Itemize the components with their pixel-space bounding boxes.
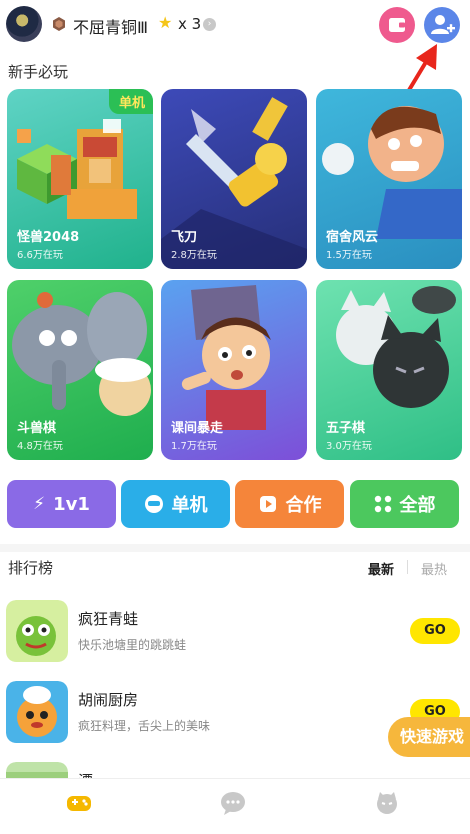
grid-icon [374,495,391,513]
card-title: 课间暴走 [171,421,224,436]
mode-label: 合作 [285,495,322,516]
star-icon: ★ [158,13,173,32]
tab-newest[interactable]: 最新 [368,559,394,578]
card-player-count: 2.8万在玩 [171,250,217,261]
username[interactable]: 不屈青铜Ⅲ [73,14,148,38]
game-card-animal-chess[interactable]: 斗兽棋 4.8万在玩 [7,280,153,460]
top-bar: 不屈青铜Ⅲ ★ x 3 › [0,0,470,52]
profile-icon[interactable] [374,791,400,815]
tab-hottest[interactable]: 最热 [421,559,447,578]
wallet-icon [389,18,405,32]
game-description: 疯狂料理，舌尖上的美味 [78,719,211,733]
card-title: 五子棋 [326,421,366,436]
card-player-count: 3.0万在玩 [326,441,372,452]
wallet-button[interactable] [379,7,415,43]
ranking-title: 排行榜 [8,559,54,577]
add-user-icon [431,15,455,34]
gamepad-icon[interactable] [66,791,92,815]
game-card-flying-knife[interactable]: 飞刀 2.8万在玩 [161,89,307,269]
mode-label: 1v1 [53,493,90,515]
game-card-recess-run[interactable]: 课间暴走 1.7万在玩 [161,280,307,460]
avatar[interactable] [6,6,42,42]
play-icon [259,496,276,512]
mode-label: 单机 [171,495,208,516]
chat-icon[interactable] [220,791,246,815]
section-title: 新手必玩 [8,63,69,81]
card-player-count: 1.7万在玩 [171,441,217,452]
mode-buttons: ⚡ 1v1 单机 合作 全部 [0,480,470,530]
card-title: 宿舍风云 [326,230,379,245]
game-card-dorm[interactable]: 宿舍风云 1.5万在玩 [316,89,462,269]
star-count: x 3 [178,15,202,33]
rank-badge-icon [53,17,65,31]
mode-all-button[interactable]: 全部 [350,480,459,528]
game-card-monster-2048[interactable]: 单机 怪兽2048 6.6万在玩 [7,89,153,269]
card-title: 怪兽2048 [17,230,80,245]
add-friend-button[interactable] [424,7,460,43]
robot-icon [144,495,163,513]
badge-single-player: 单机 [108,89,153,114]
game-description: 快乐池塘里的跳跳蛙 [78,638,187,652]
section-divider [0,544,470,552]
game-card-gomoku[interactable]: 五子棋 3.0万在玩 [316,280,462,460]
card-title: 斗兽棋 [17,421,57,436]
mode-label: 全部 [399,495,436,516]
card-player-count: 1.5万在玩 [326,250,372,261]
mode-single-button[interactable]: 单机 [121,480,230,528]
game-title: 胡闹厨房 [78,691,139,709]
crazy-frog-thumbnail [6,600,68,662]
game-title: 疯狂青蛙 [78,610,139,628]
quick-game-button[interactable]: 快速游戏 [388,717,470,757]
card-player-count: 6.6万在玩 [17,250,63,261]
go-button[interactable]: GO [410,618,460,644]
mode-coop-button[interactable]: 合作 [235,480,344,528]
overcooked-thumbnail [6,681,68,743]
card-title: 飞刀 [171,230,198,245]
mode-1v1-button[interactable]: ⚡ 1v1 [7,480,116,528]
list-item[interactable]: 疯狂青蛙 快乐池塘里的跳跳蛙 GO [0,600,470,672]
lightning-icon: ⚡ [33,494,46,514]
card-player-count: 4.8万在玩 [17,441,63,452]
tab-separator [407,560,408,574]
bottom-nav [0,778,470,827]
chevron-right-icon[interactable]: › [203,18,216,31]
